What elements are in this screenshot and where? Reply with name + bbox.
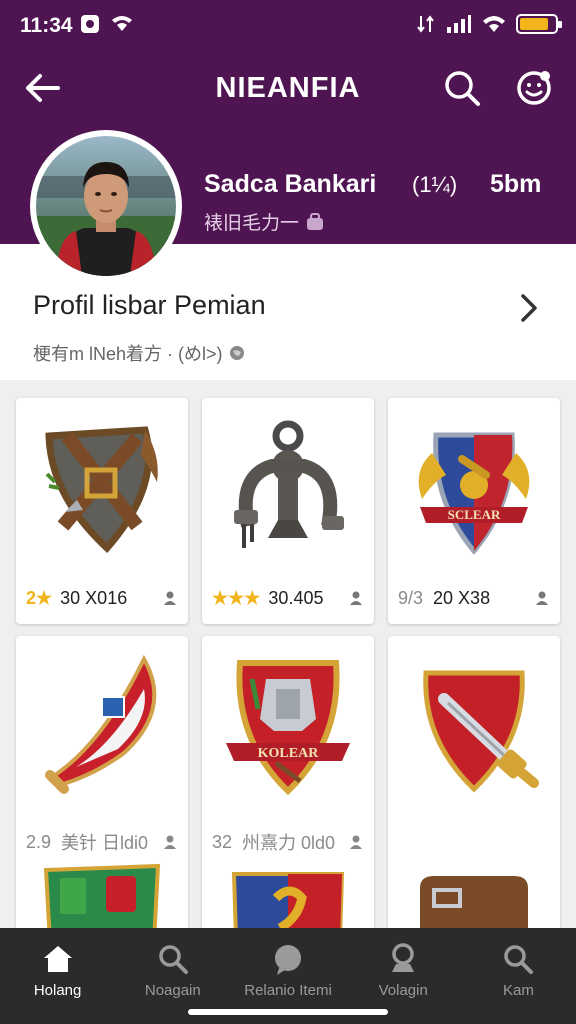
app-bar: NIEANFIA — [0, 60, 576, 116]
item-card[interactable]: ★★★ 30.405 — [202, 398, 374, 624]
item-level: 2.9 — [26, 831, 52, 852]
winged-crest-icon: SCLEAR — [418, 432, 530, 555]
search-icon — [445, 71, 480, 106]
iron-anchor-icon — [234, 420, 344, 548]
item-level: 32 — [212, 831, 233, 852]
item-level: 2★ — [26, 587, 53, 608]
person-icon — [164, 835, 176, 849]
globe-icon — [229, 346, 244, 360]
nav-item-account[interactable]: Kam — [461, 928, 576, 1024]
profile-meta-value: 5bm — [490, 170, 542, 198]
wifi-icon — [483, 16, 505, 32]
item-card[interactable]: 2.9 美针 日ldi0 — [16, 636, 188, 936]
item-image: SCLEAR — [388, 398, 560, 573]
profile-subtitle-text: 裱旧毛力一 — [204, 213, 300, 234]
item-image — [202, 398, 374, 573]
crest-partial-icon — [231, 872, 345, 936]
status-left-icons — [80, 14, 134, 34]
home-indicator[interactable] — [188, 1009, 388, 1015]
red-horn-icon — [45, 654, 157, 794]
item-image — [16, 636, 188, 811]
item-card[interactable]: SCLEAR 9/3 20 X38 — [388, 398, 560, 624]
signal-icon — [447, 15, 471, 33]
person-icon — [164, 591, 176, 605]
person-icon — [536, 591, 548, 605]
item-value: 30 X016 — [60, 587, 128, 608]
item-value: 美针 日ldi0 — [61, 833, 149, 853]
item-footer: 32 州熹力 0ld0 — [202, 824, 374, 860]
smiley-badge-icon — [517, 71, 551, 105]
item-footer: ★★★ 30.405 — [202, 580, 374, 616]
person-icon — [350, 591, 362, 605]
sword-shield-icon — [423, 670, 539, 792]
notification-icon — [81, 15, 99, 33]
avatar[interactable] — [30, 130, 182, 282]
item-footer: 2★ 30 X016 — [16, 580, 188, 616]
crest-banner-text: KOLEAR — [258, 746, 320, 761]
info-card-subtitle: 梗有m lNeh着方 · (めl>) — [33, 340, 245, 366]
item-value: 州熹力 0ld0 — [242, 833, 336, 853]
status-time: 11:34 — [20, 14, 73, 37]
page-title: NIEANFIA — [215, 72, 361, 104]
item-value: 20 X38 — [433, 587, 491, 608]
profile-meta-age: (1¼) — [412, 172, 458, 197]
item-footer: 2.9 美针 日ldi0 — [16, 824, 188, 860]
status-bar: 11:34 — [0, 0, 576, 52]
search-icon — [504, 945, 534, 974]
trophy-icon — [392, 943, 415, 972]
nav-item-home[interactable]: Holang — [0, 928, 115, 1024]
profile-name: Sadca Bankari — [204, 170, 377, 198]
item-image — [388, 636, 560, 811]
item-level: ★★★ — [212, 587, 261, 608]
item-value: 30.405 — [268, 587, 324, 608]
person-icon — [350, 835, 362, 849]
item-footer: 9/3 20 X38 — [388, 580, 560, 616]
nav-label: Holang — [33, 982, 82, 999]
item-card[interactable]: KOLEAR 32 州熹力 0ld0 — [202, 636, 374, 936]
info-card-subtitle-text: 梗有m lNeh着方 · (めl>) — [33, 344, 223, 364]
shield-straps-icon — [45, 425, 158, 553]
nav-label: Relanio Itemi — [244, 982, 332, 999]
nav-label: Kam — [502, 982, 534, 999]
armor-crest-icon: KOLEAR — [226, 659, 350, 795]
chat-icon — [275, 945, 301, 975]
screen: 11:34 NIEANFIA Sadca Bankari (1¼) 5bm 裱旧… — [0, 0, 576, 1024]
crest-banner-text: SCLEAR — [448, 507, 501, 522]
satchel-partial-icon — [420, 876, 528, 936]
item-card[interactable] — [388, 636, 560, 936]
profile-subtitle: 裱旧毛力一 — [204, 208, 325, 235]
emoji-button[interactable] — [512, 66, 556, 110]
search-icon — [159, 945, 188, 974]
cast-icon — [112, 16, 132, 31]
nav-label: Volagin — [378, 982, 428, 999]
crest-partial-icon — [43, 863, 161, 936]
status-right — [416, 14, 562, 34]
item-card[interactable]: 2★ 30 X016 — [16, 398, 188, 624]
nav-label: Noagain — [144, 982, 201, 999]
home-icon — [43, 946, 72, 972]
item-level: 9/3 — [398, 587, 424, 608]
avatar-photo — [36, 136, 176, 276]
data-arrows-icon — [417, 15, 434, 33]
info-card-title: Profil lisbar Pemian — [33, 290, 266, 320]
item-image — [16, 398, 188, 573]
bag-icon — [307, 212, 324, 230]
battery-icon — [516, 14, 562, 34]
chevron-right-icon — [521, 294, 537, 322]
item-image: KOLEAR — [202, 636, 374, 811]
search-button[interactable] — [440, 66, 484, 110]
